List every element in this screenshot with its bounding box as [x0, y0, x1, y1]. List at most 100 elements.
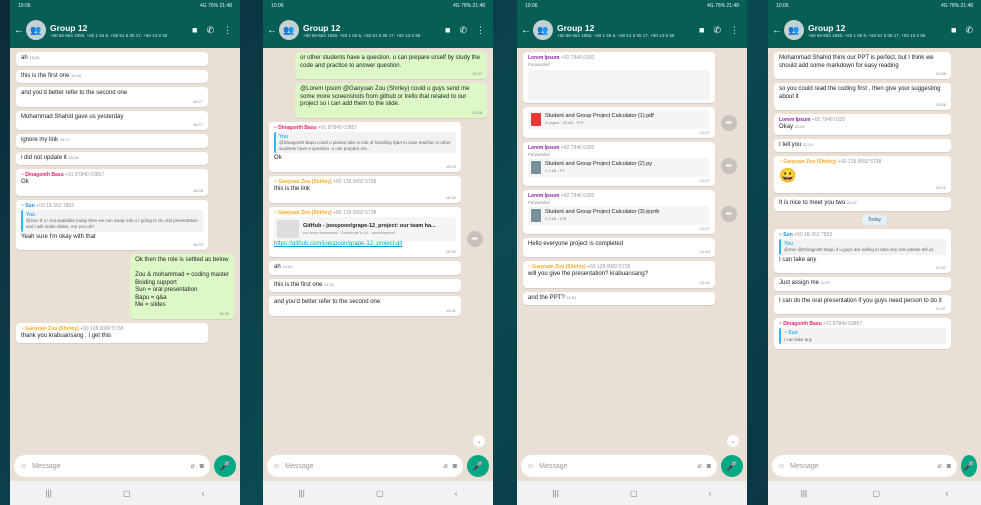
back-icon[interactable]: ‹ [202, 489, 205, 498]
message-bubble[interactable]: ~ Gaoyuan Zou (Shirley) +60 128 0082 573… [269, 175, 461, 203]
message-bubble[interactable]: ah 15:31 [269, 261, 461, 275]
message-bubble[interactable]: or other students have a question. u can… [295, 52, 487, 79]
back-icon[interactable]: ‹ [946, 489, 949, 498]
group-info[interactable]: Group 12 +60 66-564 1950, +60 1 56 6, +6… [808, 23, 947, 38]
message-bubble[interactable]: Lorem Ipsum +60 7948 0320 Forwarded Stud… [523, 141, 737, 186]
message-bubble[interactable]: ~ Gaoyuan Zou (Shirley) +60 128 0082 573… [16, 322, 208, 344]
message-bubble[interactable]: Mohammad Shahid think our PPT is perfect… [774, 52, 951, 79]
message-bubble[interactable]: this is the first one 15:26 [16, 69, 208, 83]
message-bubble[interactable]: ~ Gaoyuan Zou (Shirley) +60 128 0082 573… [523, 261, 715, 288]
file-attachment[interactable]: Student and Group Project Calculator (1)… [528, 109, 710, 129]
camera-icon[interactable]: ◙ [707, 463, 711, 470]
voice-call-icon[interactable]: ✆ [713, 25, 721, 36]
sender-name[interactable]: Lorem Ipsum [779, 117, 810, 123]
camera-icon[interactable]: ◙ [947, 463, 951, 470]
mic-icon[interactable]: 🎤 [214, 455, 236, 477]
home-icon[interactable]: ▢ [630, 489, 638, 498]
message-bubble[interactable]: Just assign me 01:57 [774, 277, 951, 291]
sender-name[interactable]: ~ Sun [779, 232, 793, 238]
message-bubble[interactable]: i did not update it 15:28 [16, 151, 208, 165]
sender-name[interactable]: ~ Gaoyuan Zou (Shirley) [274, 179, 332, 185]
message-bubble[interactable]: I tell you 22:01 [774, 138, 951, 153]
group-info[interactable]: Group 12 +60 66-564 1950, +60 1 56 6, +6… [557, 23, 695, 38]
attach-icon[interactable]: ⌀ [938, 462, 942, 470]
camera-icon[interactable]: ◙ [200, 463, 204, 470]
chat-area[interactable]: Lorem Ipsum +60 7948 0320 Forwarded Stud… [517, 48, 747, 451]
sender-name[interactable]: ~ Dinagonth Basu [274, 125, 317, 131]
video-call-icon[interactable]: ■ [699, 25, 704, 36]
sender-name[interactable]: ~ Gaoyuan Zou (Shirley) [779, 159, 837, 165]
back-arrow-icon[interactable]: ← [772, 25, 782, 36]
sender-name[interactable]: ~ Gaoyuan Zou (Shirley) [528, 264, 586, 270]
message-bubble[interactable]: @Lorem Ipsum @Gaoyuan Zou (Shirley) coul… [295, 83, 487, 118]
sender-name[interactable]: ~ Gaoyuan Zou (Shirley) [21, 326, 79, 332]
more-options-icon[interactable]: ⋮ [476, 25, 485, 36]
quoted-message[interactable]: You @Dinagonth Bapu could u please take a… [274, 131, 456, 154]
attach-icon[interactable]: ⌀ [698, 462, 702, 470]
group-avatar[interactable]: 👥 [533, 20, 553, 40]
video-call-icon[interactable]: ■ [445, 25, 450, 36]
home-icon[interactable]: ▢ [123, 489, 131, 498]
back-arrow-icon[interactable]: ← [267, 25, 277, 36]
message-bubble[interactable]: ~ Gaoyuan Zou (Shirley) +60 128 0082 573… [269, 206, 483, 258]
recent-apps-icon[interactable]: ||| [553, 489, 559, 498]
message-bubble[interactable]: I can do the oral presentation if you gu… [774, 294, 951, 315]
sender-name[interactable]: Lorem Ipsum [528, 55, 559, 61]
link-preview[interactable]: GitHub - joespoon/grape-12_project: our … [274, 216, 456, 241]
message-bubble[interactable]: Ok then the role is settled as below Zou… [130, 254, 234, 319]
emoji-icon[interactable]: ☺ [527, 463, 534, 470]
forward-icon[interactable]: ➦ [720, 157, 737, 174]
mic-icon[interactable]: 🎤 [721, 455, 743, 477]
emoji-icon[interactable]: ☺ [778, 463, 785, 470]
message-bubble[interactable]: ~ Sun +60 18-362 7853 You @Sun @Dinagonth… [774, 228, 951, 274]
message-bubble[interactable]: Student and Group Project Calculator (1)… [523, 106, 737, 138]
forward-icon[interactable]: ➦ [720, 114, 737, 131]
sender-name[interactable]: ~ Gaoyuan Zou (Shirley) [274, 210, 332, 216]
forward-icon[interactable]: ➦ [466, 230, 483, 247]
message-bubble[interactable]: Hello everyone project is completed 21:49 [523, 237, 715, 258]
sender-name[interactable]: Lorem Ipsum [528, 145, 559, 151]
group-info[interactable]: Group 12 +60 66-564 1950, +60 1 56 6, +6… [303, 23, 441, 38]
message-bubble[interactable]: Lorem Ipsum +60 7948 0320 Okay 22:00 [774, 114, 951, 135]
message-bubble[interactable]: ~ Dinagonth Basu +91 87840 03857 ~ Sun I … [774, 318, 951, 350]
sender-name[interactable]: ~ Dinagonth Basu [21, 172, 64, 178]
file-attachment[interactable]: Student and Group Project Calculator (2)… [528, 157, 710, 177]
message-bubble[interactable]: and the PPT? 21:51 [523, 291, 715, 306]
video-call-icon[interactable]: ■ [192, 25, 197, 36]
back-arrow-icon[interactable]: ← [14, 25, 24, 36]
quoted-message[interactable]: You @Sun @Dinagonth Bapu if u guys are wi… [779, 238, 946, 255]
message-bubble[interactable]: so you could read the coding first , the… [774, 83, 951, 110]
message-bubble[interactable]: and you'd better refer to the second one… [16, 87, 208, 107]
message-bubble[interactable]: ah 15:26 [16, 52, 208, 66]
camera-icon[interactable]: ◙ [453, 463, 457, 470]
sender-name[interactable]: ~ Dinagonth Basu [779, 321, 822, 327]
video-call-icon[interactable]: ■ [951, 25, 956, 36]
recent-apps-icon[interactable]: ||| [46, 489, 52, 498]
message-bubble[interactable]: ~ Gaoyuan Zou (Shirley) +60 128 0082 573… [774, 156, 951, 193]
chat-area[interactable]: Mohammad Shahid think our PPT is perfect… [768, 48, 981, 451]
voice-call-icon[interactable]: ✆ [459, 25, 467, 36]
back-icon[interactable]: ‹ [455, 489, 458, 498]
message-input[interactable]: ☺ Message ⌀ ◙ [521, 455, 717, 477]
group-avatar[interactable]: 👥 [26, 20, 46, 40]
voice-call-icon[interactable]: ✆ [965, 25, 973, 36]
message-bubble[interactable]: ~ Dinagonth Basu +91 87840 03857 You @Din… [269, 121, 461, 172]
attach-icon[interactable]: ⌀ [191, 462, 195, 470]
message-bubble[interactable]: Lorem Ipsum +60 7948 0320 Forwarded Stud… [523, 189, 737, 234]
file-preview[interactable] [528, 69, 710, 100]
recent-apps-icon[interactable]: ||| [299, 489, 305, 498]
emoji-icon[interactable]: ☺ [20, 463, 27, 470]
message-input[interactable]: ☺ Message ⌀ ◙ [14, 455, 210, 477]
message-input[interactable]: ☺ Message ⌀ ◙ [267, 455, 463, 477]
message-bubble[interactable]: Mohammad Shahid gave us yesterday 15:27 [16, 110, 208, 130]
group-avatar[interactable]: 👥 [279, 20, 299, 40]
sender-name[interactable]: ~ Sun [21, 203, 35, 209]
back-arrow-icon[interactable]: ← [521, 25, 531, 36]
message-bubble[interactable]: and you'd better refer to the second one… [269, 296, 461, 316]
attach-icon[interactable]: ⌀ [444, 462, 448, 470]
file-attachment[interactable]: Student and Group Project Calculator (3)… [528, 205, 710, 225]
scroll-down-icon[interactable]: ⌄ [727, 435, 739, 447]
emoji-icon[interactable]: ☺ [273, 463, 280, 470]
more-options-icon[interactable]: ⋮ [730, 25, 739, 36]
scroll-down-icon[interactable]: ⌄ [473, 435, 485, 447]
